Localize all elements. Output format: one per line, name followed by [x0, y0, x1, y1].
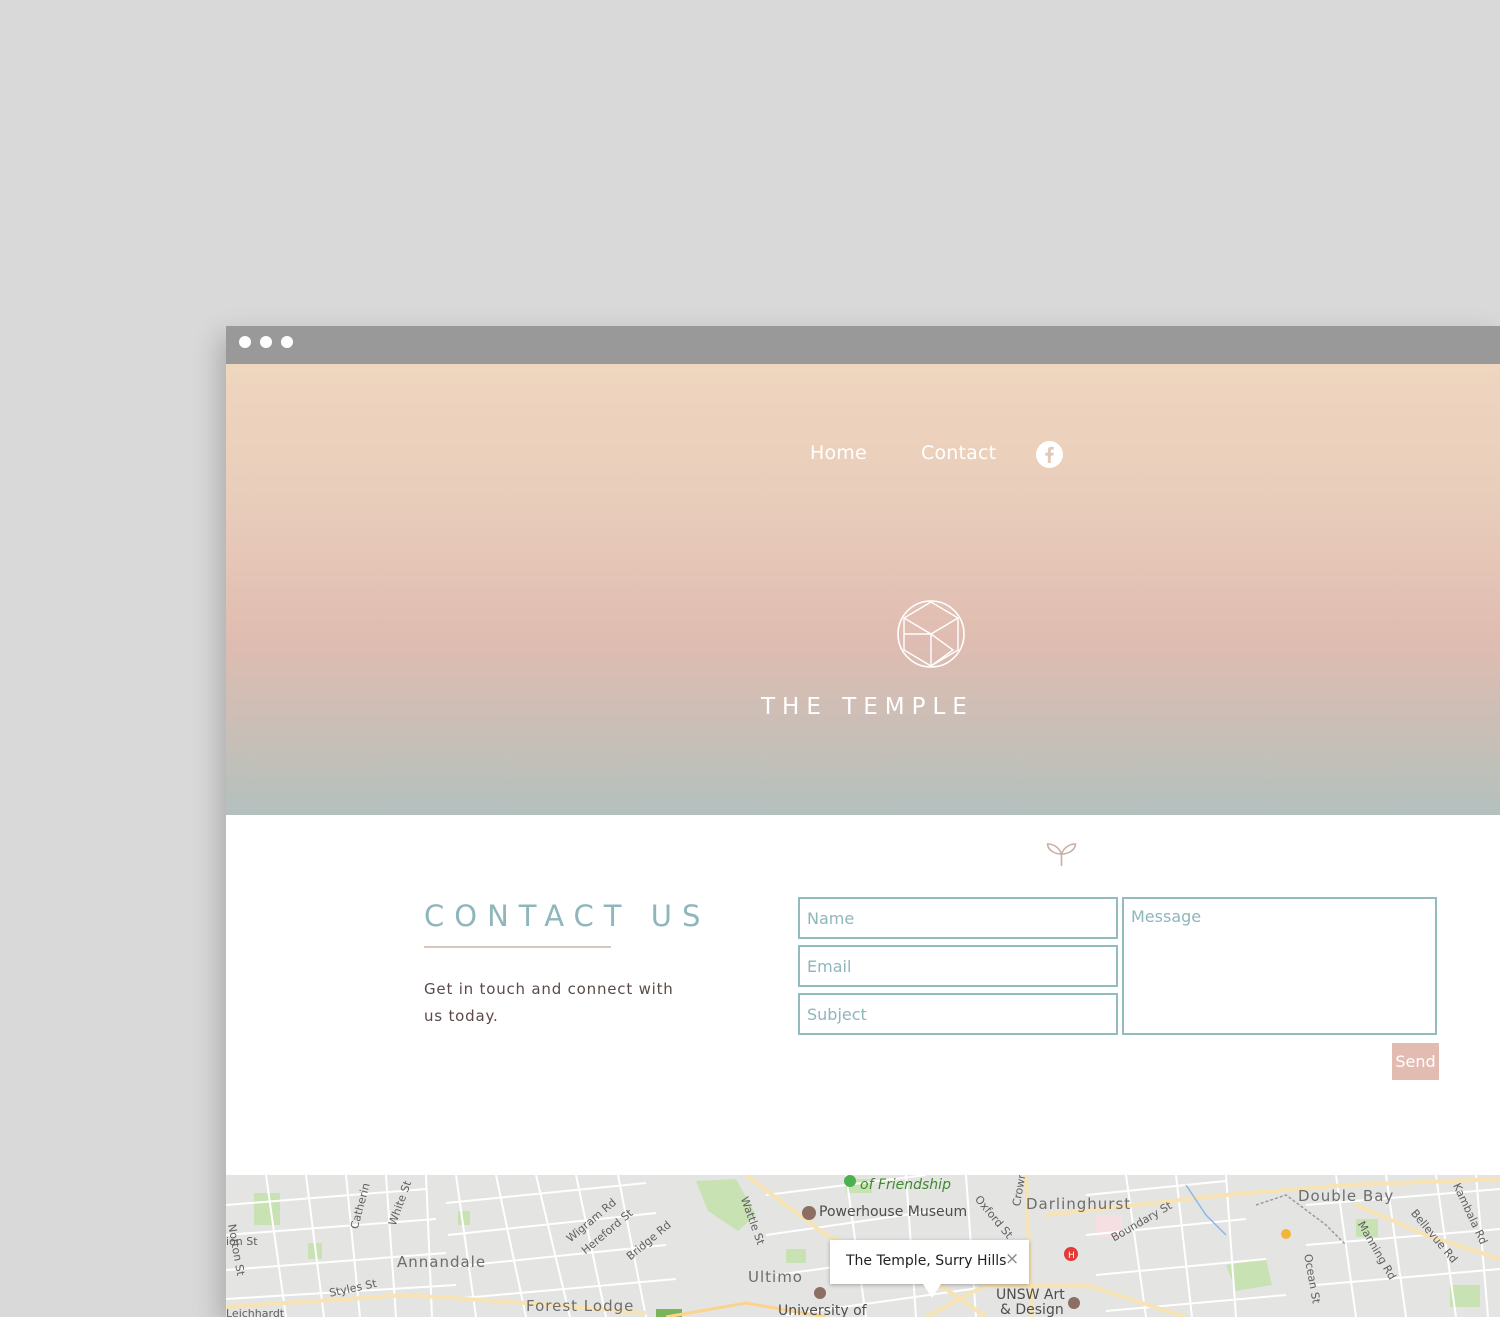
- map-label-forest-lodge: Forest Lodge: [526, 1297, 635, 1315]
- map-info-window: The Temple, Surry Hills ×: [830, 1240, 1029, 1298]
- map-label-leichhardt: Leichhardt: [226, 1307, 285, 1317]
- hospital-pin-letter: H: [1068, 1251, 1075, 1261]
- nav-contact-link[interactable]: Contact: [921, 442, 996, 464]
- facebook-icon[interactable]: [1036, 441, 1063, 468]
- title-underline: [424, 946, 611, 948]
- nav-home-link[interactable]: Home: [810, 442, 867, 464]
- contact-title: CONTACT US: [424, 899, 711, 933]
- sprout-icon: [1046, 843, 1077, 866]
- name-field[interactable]: [798, 897, 1118, 939]
- browser-window: Home Contact THE TEMPLE CONTACT US Get i…: [226, 326, 1500, 1317]
- window-dot-maximize[interactable]: [281, 336, 293, 348]
- subject-field[interactable]: [798, 993, 1118, 1035]
- contact-section: CONTACT US Get in touch and connect with…: [226, 815, 1500, 1175]
- map-label-unsw: UNSW Art: [996, 1287, 1065, 1303]
- window-dot-close[interactable]: [239, 336, 251, 348]
- map-label-ultimo: Ultimo: [748, 1268, 803, 1286]
- map-label-university: University of: [778, 1303, 867, 1317]
- contact-description: Get in touch and connect with us today.: [424, 980, 674, 1025]
- close-icon[interactable]: ×: [1005, 1249, 1019, 1269]
- geometric-cube-logo: [897, 600, 965, 668]
- map-label-design: & Design: [1000, 1302, 1064, 1317]
- map-label-double-bay: Double Bay: [1298, 1187, 1395, 1205]
- message-field[interactable]: [1122, 897, 1437, 1035]
- map-label-chinese-garden: of Friendship: [860, 1177, 951, 1193]
- email-field[interactable]: [798, 945, 1118, 987]
- map-label-ross: ion St: [226, 1235, 258, 1248]
- info-window-title: The Temple, Surry Hills: [846, 1253, 1007, 1269]
- map-label-darlinghurst: Darlinghurst: [1026, 1195, 1132, 1213]
- hero-header: Home Contact THE TEMPLE: [226, 364, 1500, 815]
- info-window-pointer: [923, 1284, 941, 1298]
- send-button[interactable]: Send: [1392, 1043, 1439, 1080]
- map-label-annandale: Annandale: [397, 1253, 487, 1271]
- brand-name-wrap: THE TEMPLE: [226, 694, 1500, 720]
- browser-titlebar: [226, 326, 1500, 364]
- map-label-powerhouse: Powerhouse Museum: [819, 1204, 968, 1220]
- location-map[interactable]: H of Friendship Powerhouse Museum Darlin…: [226, 1175, 1500, 1317]
- window-dot-minimize[interactable]: [260, 336, 272, 348]
- brand-name: THE TEMPLE: [761, 694, 974, 720]
